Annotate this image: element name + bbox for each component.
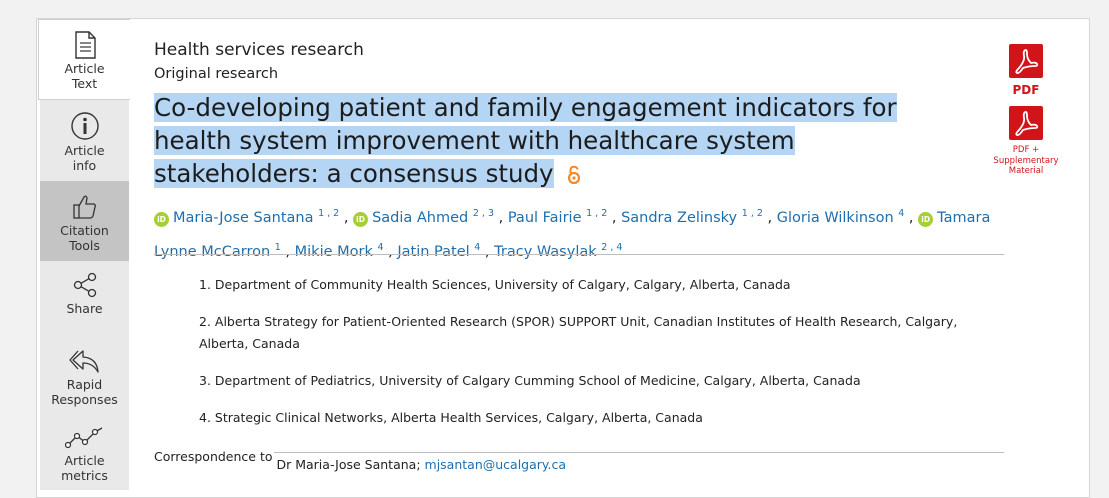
article-title: Co-developing patient and family engagem…: [154, 91, 954, 190]
author-separator: ,: [480, 244, 495, 260]
pdf-supplementary-label: PDF + Supplementary Material: [993, 145, 1059, 176]
author-list: iD Maria-Jose Santana 1 , 2 , iD Sadia Ahm…: [154, 199, 1004, 267]
sidebar-item-rapid-responses[interactable]: Rapid Responses: [40, 337, 129, 417]
affiliation-item: 3. Department of Pediatrics, University …: [199, 373, 861, 388]
sidebar-item-share[interactable]: Share: [40, 261, 129, 337]
author-link[interactable]: Mikie Mork: [295, 244, 373, 260]
orcid-icon[interactable]: iD: [154, 212, 169, 227]
author-separator: ,: [904, 210, 919, 226]
pdf-icon: [1009, 44, 1043, 78]
author-affil-refs[interactable]: 1 , 2: [586, 208, 607, 219]
affiliation-item: 2. Alberta Strategy for Patient-Oriented…: [199, 314, 958, 351]
thumbs-up-icon: [72, 195, 96, 219]
author-separator: ,: [494, 210, 508, 226]
article-section: Health services research: [154, 40, 364, 60]
share-icon: [73, 272, 96, 298]
author-link[interactable]: Gloria Wilkinson: [777, 210, 894, 226]
open-access-icon: [568, 165, 581, 185]
orcid-icon[interactable]: iD: [918, 212, 934, 227]
sidebar-item-label: Article metrics: [61, 453, 108, 483]
author-link[interactable]: Sadia Ahmed: [372, 210, 468, 226]
author-affil-refs[interactable]: 1 , 2: [318, 208, 339, 219]
author-separator: ,: [280, 244, 295, 260]
sidebar-item-label: Citation Tools: [60, 223, 109, 253]
sidebar-item-article-text[interactable]: Article Text: [38, 19, 130, 100]
affiliation-item: 4. Strategic Clinical Networks, Alberta …: [199, 410, 703, 425]
sidebar-item-label: Article Text: [64, 61, 105, 91]
article-title-text: Co-developing patient and family engagem…: [154, 93, 897, 188]
author-link[interactable]: Tracy Wasylak: [494, 244, 596, 260]
author-link[interactable]: Paul Fairie: [508, 210, 582, 226]
divider: [154, 254, 1004, 255]
sidebar-item-article-info[interactable]: Article info: [40, 101, 129, 181]
reply-icon: [68, 350, 99, 373]
author-link[interactable]: Jatin Patel: [397, 244, 469, 260]
affiliation-item: 1. Department of Community Health Scienc…: [199, 277, 791, 292]
author-link[interactable]: Maria-Jose Santana: [173, 210, 313, 226]
article-sidebar: Article Text Article info Citation Tools…: [38, 19, 130, 489]
sidebar-item-label: Rapid Responses: [51, 377, 118, 407]
correspondence: Correspondence to Dr Maria-Jose Santana;…: [154, 449, 566, 472]
author-separator: ,: [339, 210, 354, 226]
author-separator: ,: [607, 210, 622, 226]
sidebar-item-label: Article info: [64, 143, 105, 173]
correspondence-email-link[interactable]: mjsantan@ucalgary.ca: [425, 457, 567, 472]
author-affil-refs[interactable]: 2 , 4: [601, 242, 622, 253]
sidebar-item-label: Share: [66, 301, 103, 316]
info-icon: [70, 112, 99, 140]
correspondence-label: Correspondence to: [154, 449, 273, 464]
affiliation-list: 1. Department of Community Health Scienc…: [199, 274, 999, 444]
orcid-icon[interactable]: iD: [353, 212, 369, 227]
article-subsection: Original research: [154, 66, 279, 82]
metrics-icon: [64, 427, 102, 449]
author-separator: ,: [383, 244, 398, 260]
sidebar-item-citation-tools[interactable]: Citation Tools: [40, 181, 129, 261]
author-affil-refs[interactable]: 2 , 3: [473, 208, 494, 219]
author-separator: ,: [762, 210, 777, 226]
author-link[interactable]: Sandra Zelinsky: [621, 210, 737, 226]
pdf-label: PDF: [1012, 83, 1040, 97]
pdf-icon: [1009, 106, 1043, 140]
sidebar-item-article-metrics[interactable]: Article metrics: [40, 417, 129, 489]
pdf-download-button[interactable]: PDF: [1008, 44, 1044, 97]
document-icon: [74, 31, 96, 59]
pdf-supplementary-download-button[interactable]: PDF + Supplementary Material: [988, 106, 1064, 177]
correspondence-name: Dr Maria-Jose Santana;: [276, 457, 421, 472]
author-affil-refs[interactable]: 1 , 2: [742, 208, 763, 219]
